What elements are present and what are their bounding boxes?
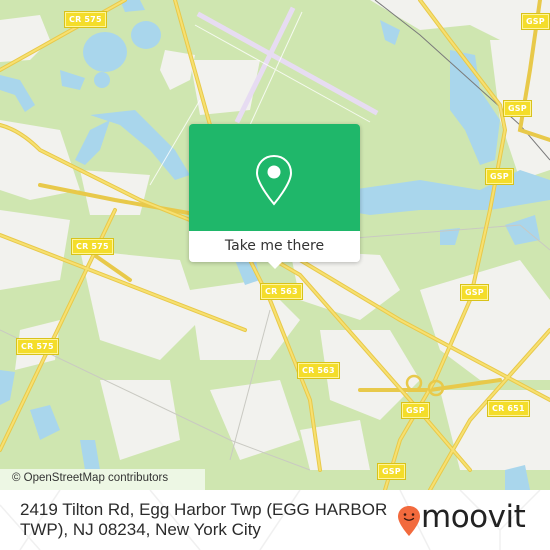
road-label-gsp: GSP bbox=[503, 100, 532, 117]
road-label-cr651: CR 651 bbox=[487, 400, 530, 417]
road-label-gsp: GSP bbox=[377, 463, 406, 480]
road-label-gsp: GSP bbox=[401, 402, 430, 419]
road-label-cr563: CR 563 bbox=[260, 283, 303, 300]
popup-pointer bbox=[267, 261, 283, 269]
road-label-cr575: CR 575 bbox=[16, 338, 59, 355]
road-label-gsp: GSP bbox=[521, 13, 550, 30]
address-text: 2419 Tilton Rd, Egg Harbor Twp (EGG HARB… bbox=[20, 500, 388, 539]
road-label-gsp: GSP bbox=[460, 284, 489, 301]
take-me-there-button[interactable]: Take me there bbox=[189, 231, 360, 262]
moovit-pin-icon bbox=[398, 506, 420, 536]
road-label-gsp: GSP bbox=[485, 168, 514, 185]
map-attribution[interactable]: © OpenStreetMap contributors bbox=[0, 469, 205, 490]
moovit-logo[interactable]: moovit bbox=[397, 499, 537, 541]
road-label-cr563: CR 563 bbox=[297, 362, 340, 379]
map-pin-icon bbox=[255, 154, 293, 206]
destination-popup[interactable]: Take me there bbox=[189, 124, 360, 269]
moovit-wordmark: moovit bbox=[421, 499, 526, 535]
footer: 2419 Tilton Rd, Egg Harbor Twp (EGG HARB… bbox=[0, 490, 550, 550]
road-label-cr575: CR 575 bbox=[71, 238, 114, 255]
map[interactable]: CR 575 GSP GSP GSP CR 575 CR 563 GSP CR … bbox=[0, 0, 550, 490]
popup-header bbox=[189, 124, 360, 231]
road-label-cr575: CR 575 bbox=[64, 11, 107, 28]
